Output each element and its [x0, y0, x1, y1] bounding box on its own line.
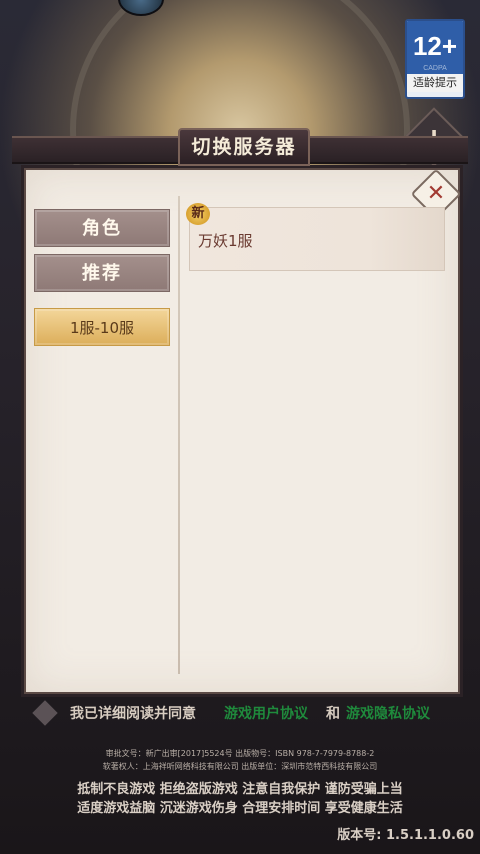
close-icon: ✕ [426, 181, 446, 206]
agreement-row: 我已详细阅读并同意 游戏用户协议 和 游戏隐私协议 [32, 700, 456, 726]
dialog-title: 切换服务器 [178, 128, 310, 166]
tab-recommended[interactable]: 推荐 [34, 254, 170, 292]
version-label: 版本号: 1.5.1.1.0.60 [337, 828, 474, 843]
age-rating-org: CADPA [423, 65, 447, 72]
tab-role[interactable]: 角色 [34, 209, 170, 247]
tab-server-range-label: 1服-10服 [69, 319, 135, 337]
privacy-policy-link[interactable]: 游戏隐私协议 [346, 703, 430, 723]
age-tip-label: 适龄提示 [407, 74, 463, 92]
registration-line-2: 软著权人：上海祥听网络科技有限公司 出版单位：深圳市范特西科技有限公司 [102, 762, 378, 771]
agreement-checkbox[interactable] [32, 700, 58, 726]
tab-server-range[interactable]: 1服-10服 [34, 308, 170, 346]
health-notice-line-1: 抵制不良游戏 拒绝盗版游戏 注意自我保护 谨防受骗上当 [77, 782, 403, 797]
tab-recommended-label: 推荐 [82, 263, 122, 284]
server-item[interactable]: 万妖1服 [189, 207, 445, 271]
health-notice-line-2: 适度游戏益脑 沉迷游戏伤身 合理安排时间 享受健康生活 [77, 801, 403, 816]
agreement-and: 和 [326, 706, 340, 722]
agreement-prefix: 我已详细阅读并同意 [70, 706, 196, 722]
new-badge: 新 [186, 203, 210, 225]
age-rating-badge[interactable]: 12+ CADPA 适龄提示 [405, 19, 465, 99]
tab-role-label: 角色 [82, 218, 122, 239]
server-name: 万妖1服 [198, 232, 253, 250]
dialog-title-text: 切换服务器 [191, 136, 297, 158]
registration-line-1: 审批文号：新广出审[2017]5524号 出版物号：ISBN 978-7-797… [105, 749, 375, 758]
user-agreement-link[interactable]: 游戏用户协议 [224, 703, 308, 723]
panel-divider [178, 196, 180, 674]
